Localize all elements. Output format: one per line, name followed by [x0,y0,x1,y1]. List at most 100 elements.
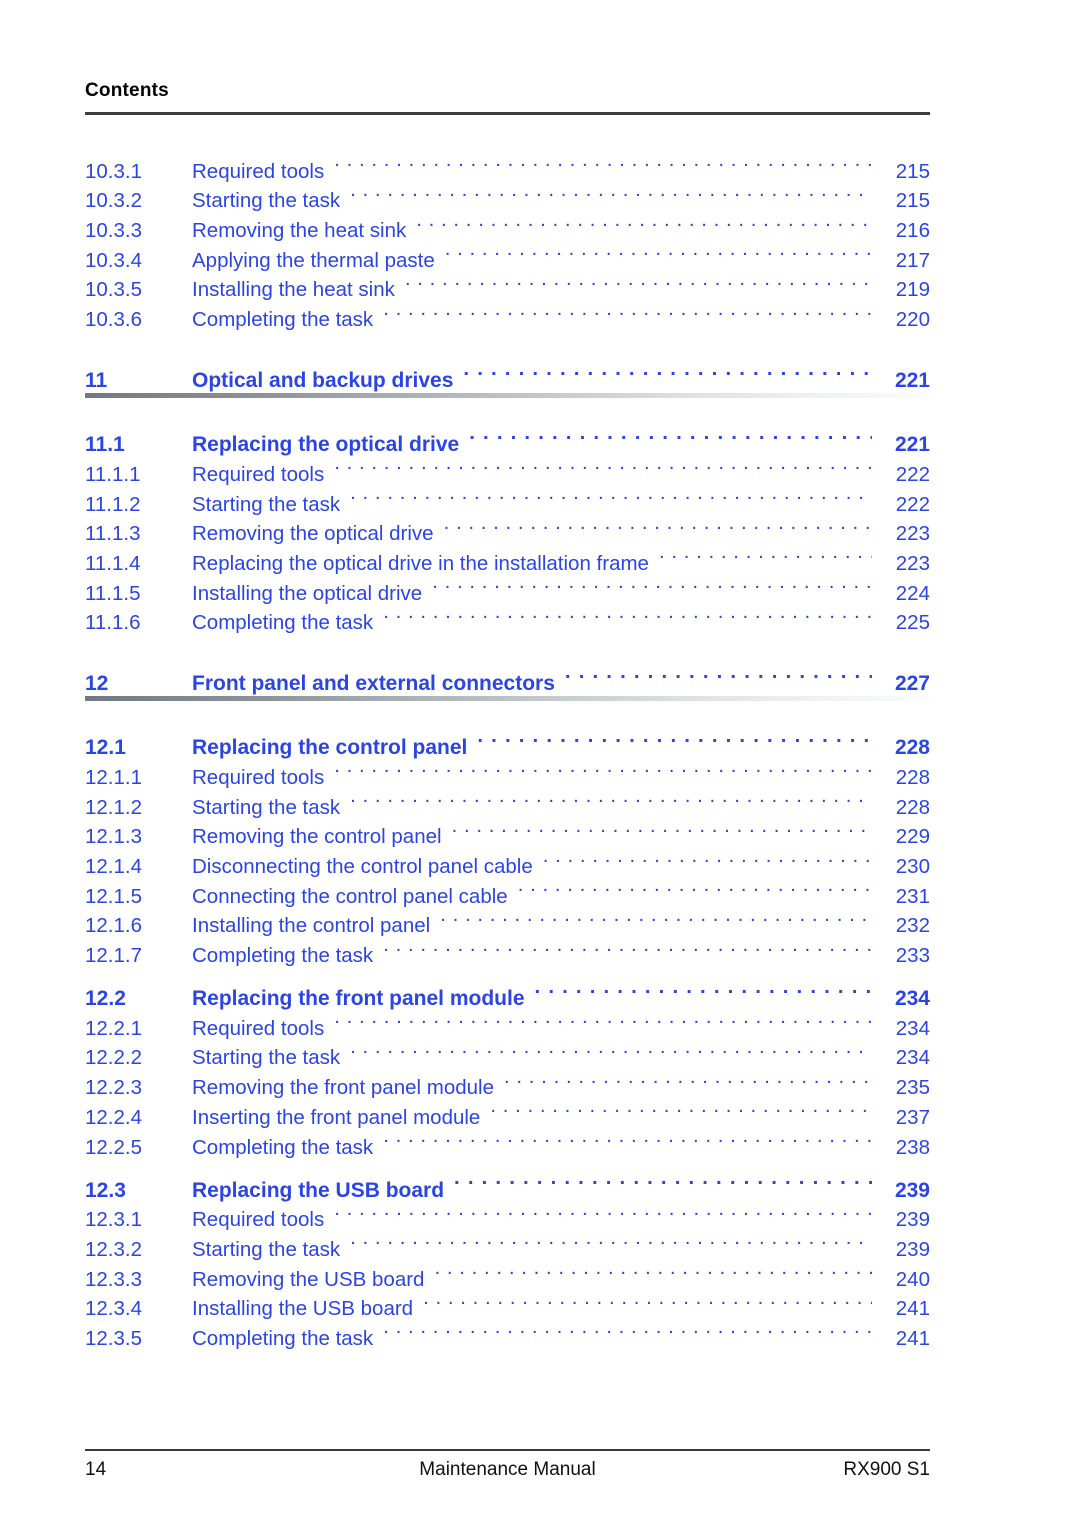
toc-entry-number: 12.1 [85,736,126,760]
toc-entry-title: Installing the heat sink [192,278,395,302]
toc-leader-dots [504,1064,872,1094]
toc-entry-page: 234 [895,1046,930,1070]
toc-entry[interactable]: 11.1Replacing the optical drive221 [85,420,930,457]
toc-entry[interactable]: 12.3Replacing the USB board239 [85,1166,930,1202]
toc-leader-dots [518,873,872,903]
toc-entry-number: 11.1.5 [85,581,141,605]
toc-entry[interactable]: 11 Optical and backup drives 221 [85,354,930,393]
table-of-contents: 10.3.1 Required tools 215 10.3.2 Starting th… [85,148,930,1350]
toc-entry-page: 215 [895,159,930,183]
toc-leader-dots [463,354,872,387]
toc-entry-number: 12.1.3 [85,825,142,849]
toc-entry-page: 225 [895,611,930,635]
toc-leader-dots [350,178,872,208]
toc-entry-page: 237 [895,1105,930,1129]
toc-entry-title: Disconnecting the control panel cable [192,855,533,878]
toc-entry-page: 227 [894,672,930,696]
toc-entry-title: Required tools [192,159,325,183]
toc-entry-title: Completing the task [192,611,374,635]
toc-entry-page: 228 [894,736,930,760]
toc-entry-number: 12.3.5 [85,1326,142,1350]
toc-entry-number: 12.1.1 [85,765,142,789]
toc-entry-number: 11.1.4 [85,551,141,575]
toc-leader-dots [383,600,872,630]
footer-divider [85,1449,930,1451]
toc-entry[interactable]: 10.3.1 Required tools 215 [85,148,930,183]
toc-entry-number: 12.2.4 [85,1105,142,1129]
toc-entry-page: 240 [895,1267,930,1291]
toc-entry-title: Removing the optical drive [192,522,434,546]
toc-leader-dots [405,267,872,297]
toc-leader-dots [334,451,872,481]
toc-entry-page: 234 [894,987,930,1011]
toc-entry-number: 12.2 [85,987,126,1011]
toc-entry-page: 228 [895,765,930,789]
toc-entry-page: 216 [895,219,930,243]
toc-entry-number: 12.2.3 [85,1076,142,1100]
toc-entry-title: Removing the heat sink [192,219,407,243]
toc-entry-title: Required tools [192,1208,325,1232]
toc-entry-page: 229 [895,825,930,849]
toc-leader-dots [334,148,872,178]
toc-entry-title: Removing the control panel [192,825,442,849]
toc-leader-dots [543,843,872,873]
toc-entry-number: 10.3.2 [85,189,142,213]
toc-entry-number: 12.2.5 [85,1135,142,1159]
toc-entry-number: 12.2.1 [85,1016,142,1040]
toc-leader-dots [350,784,872,814]
toc-leader-dots [490,1094,872,1124]
toc-entry-title: Front panel and external connectors [192,672,555,696]
toc-entry[interactable]: 12 Front panel and external connectors 227 [85,657,930,696]
toc-leader-dots [469,420,872,451]
toc-entry-number: 12.1.7 [85,944,142,968]
toc-leader-dots [383,296,872,326]
toc-entry-page: 238 [895,1135,930,1159]
toc-entry-page: 224 [895,581,930,605]
footer-page-number: 14 [85,1459,107,1480]
toc-entry-title: Starting the task [192,492,341,516]
toc-entry-number: 12 [85,672,109,696]
toc-leader-dots [434,1256,872,1286]
toc-entry-title: Required tools [192,462,325,486]
toc-leader-dots [350,1035,872,1065]
toc-entry-number: 12.3.4 [85,1297,142,1321]
toc-entry-number: 12.3 [85,1178,126,1202]
document-page: Contents 10.3.1 Required tools 215 10.3.2 St… [0,0,1080,1526]
toc-entry-title: Starting the task [192,795,341,819]
toc-leader-dots [334,1197,872,1227]
toc-entry-page: 235 [895,1076,930,1100]
toc-entry-title: Starting the task [192,1046,341,1070]
footer-document-title: Maintenance Manual [419,1459,596,1480]
toc-entry-page: 221 [894,433,930,457]
toc-entry-title: Required tools [192,1016,325,1040]
header-divider [85,112,930,115]
toc-entry-title: Removing the USB board [192,1267,425,1291]
toc-entry-number: 10.3.1 [85,159,142,183]
toc-leader-dots [565,657,872,690]
footer-product-name: RX900 S1 [843,1459,930,1480]
toc-entry-page: 239 [895,1208,930,1232]
toc-entry[interactable]: 12.1Replacing the control panel228 [85,723,930,760]
toc-entry-number: 12.1.6 [85,914,142,938]
toc-leader-dots [454,1166,872,1197]
toc-entry-page: 231 [895,884,930,908]
toc-entry-number: 10.3.3 [85,219,142,243]
toc-entry-page: 241 [895,1297,930,1321]
running-head: Contents [85,80,930,102]
toc-leader-dots [444,511,872,541]
toc-leader-dots [432,570,872,600]
toc-entry-title: Starting the task [192,1237,341,1261]
toc-entry-page: 234 [895,1016,930,1040]
toc-entry-page: 241 [895,1326,930,1350]
toc-entry-page: 222 [895,492,930,516]
toc-entry[interactable]: 12.2Replacing the front panel module234 [85,974,930,1011]
toc-entry-title: Starting the task [192,189,341,213]
toc-leader-dots [334,1005,872,1035]
toc-leader-dots [416,207,872,237]
page-title: Contents [85,80,169,101]
toc-entry-page: 232 [895,914,930,938]
toc-leader-dots [423,1286,872,1316]
toc-leader-dots [452,814,872,844]
toc-entry-title: Completing the task [192,1135,374,1159]
toc-entry-number: 12.3.3 [85,1267,142,1291]
